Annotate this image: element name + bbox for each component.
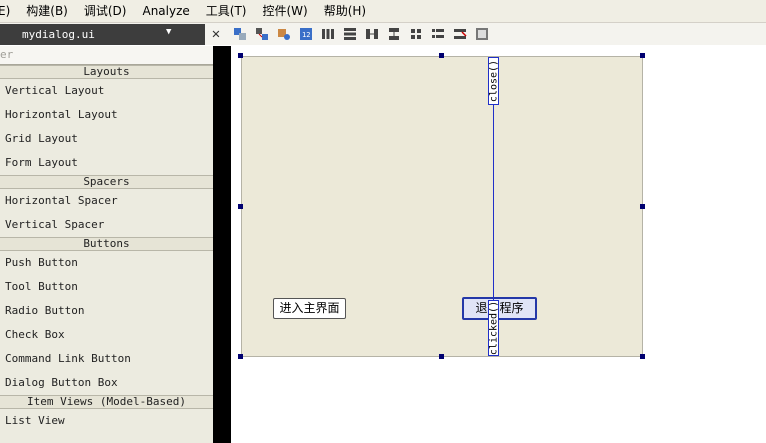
widget-category-header[interactable]: Spacers (0, 175, 213, 189)
widget-category-header[interactable]: Buttons (0, 237, 213, 251)
menu-item[interactable]: E) (0, 0, 18, 22)
menu-item[interactable]: 帮助(H) (316, 0, 374, 22)
enter-main-button[interactable]: 进入主界面 (273, 298, 346, 319)
widget-item[interactable]: Check Box (0, 323, 213, 347)
widget-item[interactable]: List View (0, 409, 213, 433)
menu-item[interactable]: 调试(D) (76, 0, 135, 22)
edit-buddies-icon[interactable] (275, 25, 293, 43)
widget-filter-input[interactable]: er (0, 46, 213, 65)
layout-vertical-splitter-icon[interactable] (385, 25, 403, 43)
menu-item[interactable]: 构建(B) (18, 0, 76, 22)
tool-buttons: 12 (229, 25, 493, 43)
edit-widgets-icon[interactable] (231, 25, 249, 43)
svg-text:12: 12 (302, 31, 310, 39)
widget-list: Layouts Vertical Layout Horizontal Layout G… (0, 65, 213, 433)
layout-grid-icon[interactable] (407, 25, 425, 43)
resize-handle[interactable] (238, 204, 243, 209)
widget-item[interactable]: Push Button (0, 251, 213, 275)
widget-category-header[interactable]: Layouts (0, 65, 213, 79)
widget-box: er Layouts Vertical Layout Horizontal Layo… (0, 46, 213, 443)
menu-item[interactable]: Analyze (134, 0, 197, 22)
widget-item[interactable]: Command Link Button (0, 347, 213, 371)
open-file-selector[interactable]: mydialog.ui ▼ (0, 23, 205, 45)
signal-label[interactable]: clicked() (488, 300, 499, 356)
resize-handle[interactable] (640, 53, 645, 58)
widget-item[interactable]: Form Layout (0, 151, 213, 175)
resize-handle[interactable] (238, 53, 243, 58)
layout-vertical-icon[interactable] (341, 25, 359, 43)
exit-program-button[interactable]: 退出程序 (462, 297, 537, 320)
widget-item[interactable]: Dialog Button Box (0, 371, 213, 395)
layout-horizontal-icon[interactable] (319, 25, 337, 43)
resize-handle[interactable] (238, 354, 243, 359)
widget-item[interactable]: Horizontal Spacer (0, 189, 213, 213)
break-layout-icon[interactable] (451, 25, 469, 43)
edit-signals-icon[interactable] (253, 25, 271, 43)
widget-item[interactable]: Radio Button (0, 299, 213, 323)
adjust-size-icon[interactable] (473, 25, 491, 43)
layout-horizontal-splitter-icon[interactable] (363, 25, 381, 43)
menu-bar: E) 构建(B) 调试(D) Analyze 工具(T) 控件(W) 帮助(H) (0, 0, 766, 23)
widget-item[interactable]: Grid Layout (0, 127, 213, 151)
signal-slot-connection[interactable] (493, 80, 494, 330)
file-name: mydialog.ui (22, 27, 95, 41)
form-toolbar: mydialog.ui ▼ ✕ 12 (0, 23, 766, 45)
panel-splitter[interactable] (213, 46, 231, 443)
menu-item[interactable]: 工具(T) (198, 0, 255, 22)
widget-item[interactable]: Horizontal Layout (0, 103, 213, 127)
resize-handle[interactable] (640, 204, 645, 209)
widget-item[interactable]: Vertical Spacer (0, 213, 213, 237)
widget-item[interactable]: Tool Button (0, 275, 213, 299)
chevron-down-icon[interactable]: ▼ (166, 27, 171, 37)
layout-form-icon[interactable] (429, 25, 447, 43)
close-document-button[interactable]: ✕ (205, 23, 227, 45)
menu-item[interactable]: 控件(W) (254, 0, 315, 22)
resize-handle[interactable] (640, 354, 645, 359)
slot-label[interactable]: close() (488, 57, 499, 105)
edit-tab-order-icon[interactable]: 12 (297, 25, 315, 43)
widget-item[interactable]: Vertical Layout (0, 79, 213, 103)
resize-handle[interactable] (439, 354, 444, 359)
resize-handle[interactable] (439, 53, 444, 58)
widget-category-header[interactable]: Item Views (Model-Based) (0, 395, 213, 409)
